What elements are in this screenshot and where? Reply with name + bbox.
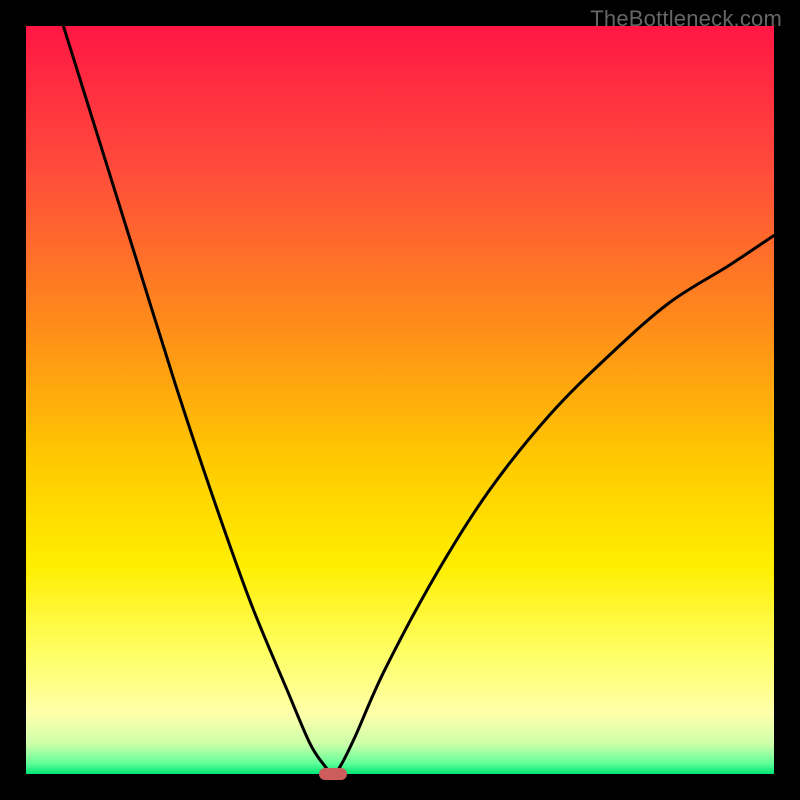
chart-plot-area: [26, 26, 774, 774]
optimal-point-marker: [319, 768, 347, 780]
watermark-text: TheBottleneck.com: [590, 6, 782, 32]
chart-curve: [26, 26, 774, 774]
